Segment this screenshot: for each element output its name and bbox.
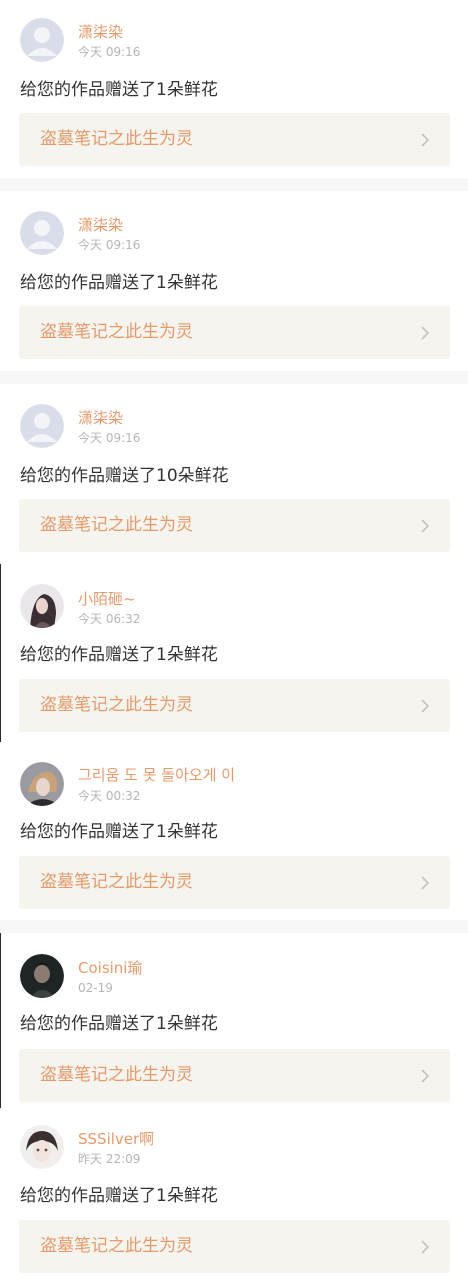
gift-notification-card: 潇柒染 今天 09:16 给您的作品赠送了1朵鲜花 盗墓笔记之此生为灵 (0, 191, 468, 371)
user-name[interactable]: 潇柒染 (78, 409, 123, 427)
user-name[interactable]: Coisini瑜 (78, 959, 142, 977)
chevron-right-icon (421, 1069, 430, 1083)
work-title: 盗墓笔记之此生为灵 (40, 1236, 193, 1256)
work-link[interactable]: 盗墓笔记之此生为灵 (19, 499, 450, 552)
timestamp: 今天 00:32 (78, 789, 141, 803)
user-name[interactable]: 그리움 도 못 돌아오게 이 (78, 766, 235, 784)
user-name[interactable]: 小陌砸~ (78, 590, 136, 608)
user-name[interactable]: 潇柒染 (78, 216, 123, 234)
gift-notification-card: 小陌砸~ 今天 06:32 给您的作品赠送了1朵鲜花 盗墓笔记之此生为灵 (0, 564, 468, 742)
edge-line (0, 564, 1, 742)
gift-message: 给您的作品赠送了1朵鲜花 (20, 1014, 218, 1034)
work-link[interactable]: 盗墓笔记之此生为灵 (19, 679, 450, 732)
gift-notification-card: 그리움 도 못 돌아오게 이 今天 00:32 给您的作品赠送了1朵鲜花 盗墓笔… (0, 742, 468, 920)
work-title: 盗墓笔记之此生为灵 (40, 695, 193, 715)
gift-notification-card: 潇柒染 今天 09:16 给您的作品赠送了1朵鲜花 盗墓笔记之此生为灵 (0, 0, 468, 178)
work-link[interactable]: 盗墓笔记之此生为灵 (19, 113, 450, 166)
section-divider (0, 920, 468, 933)
timestamp: 02-19 (78, 981, 113, 995)
gift-message: 给您的作品赠送了1朵鲜花 (20, 822, 218, 842)
gift-notification-card: 潇柒染 今天 09:16 给您的作品赠送了10朵鲜花 盗墓笔记之此生为灵 (0, 384, 468, 564)
work-link[interactable]: 盗墓笔记之此生为灵 (19, 856, 450, 909)
chevron-right-icon (421, 326, 430, 340)
section-divider (0, 371, 468, 384)
work-link[interactable]: 盗墓笔记之此生为灵 (19, 1220, 450, 1273)
work-title: 盗墓笔记之此生为灵 (40, 322, 193, 342)
work-title: 盗墓笔记之此生为灵 (40, 129, 193, 149)
edge-line (0, 933, 1, 1108)
user-avatar[interactable] (20, 954, 64, 998)
work-link[interactable]: 盗墓笔记之此生为灵 (19, 306, 450, 359)
user-avatar[interactable] (20, 584, 64, 628)
gift-notification-card: SSSilver啊 昨天 22:09 给您的作品赠送了1朵鲜花 盗墓笔记之此生为… (0, 1108, 468, 1280)
work-title: 盗墓笔记之此生为灵 (40, 872, 193, 892)
gift-message: 给您的作品赠送了1朵鲜花 (20, 645, 218, 665)
default-avatar-icon[interactable] (20, 404, 64, 448)
timestamp: 今天 09:16 (78, 45, 141, 59)
work-link[interactable]: 盗墓笔记之此生为灵 (19, 1049, 450, 1102)
chevron-right-icon (421, 1240, 430, 1254)
user-name[interactable]: 潇柒染 (78, 23, 123, 41)
default-avatar-icon[interactable] (20, 211, 64, 255)
chevron-right-icon (421, 876, 430, 890)
work-title: 盗墓笔记之此生为灵 (40, 1065, 193, 1085)
work-title: 盗墓笔记之此生为灵 (40, 515, 193, 535)
default-avatar-icon[interactable] (20, 18, 64, 62)
chevron-right-icon (421, 699, 430, 713)
user-avatar[interactable] (20, 1125, 64, 1169)
gift-notification-card: Coisini瑜 02-19 给您的作品赠送了1朵鲜花 盗墓笔记之此生为灵 (0, 933, 468, 1108)
user-avatar[interactable] (20, 762, 64, 806)
timestamp: 今天 09:16 (78, 238, 141, 252)
user-name[interactable]: SSSilver啊 (78, 1130, 154, 1148)
chevron-right-icon (421, 519, 430, 533)
gift-message: 给您的作品赠送了10朵鲜花 (20, 466, 229, 486)
chevron-right-icon (421, 133, 430, 147)
timestamp: 今天 09:16 (78, 431, 141, 445)
section-divider (0, 178, 468, 191)
timestamp: 昨天 22:09 (78, 1152, 141, 1166)
gift-message: 给您的作品赠送了1朵鲜花 (20, 80, 218, 100)
gift-message: 给您的作品赠送了1朵鲜花 (20, 273, 218, 293)
timestamp: 今天 06:32 (78, 612, 141, 626)
gift-message: 给您的作品赠送了1朵鲜花 (20, 1186, 218, 1206)
